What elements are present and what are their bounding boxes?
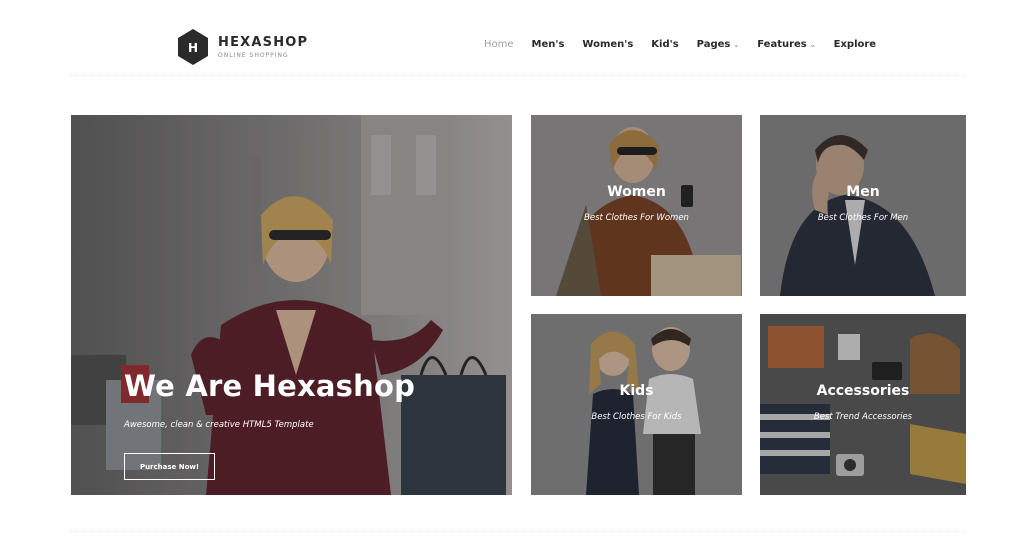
- category-subtitle: Best Clothes For Women: [584, 213, 689, 223]
- nav-pages[interactable]: Pages ⌄: [697, 39, 740, 50]
- nav-home[interactable]: Home: [484, 39, 514, 50]
- nav-features-label: Features: [757, 39, 807, 50]
- purchase-now-button-label: Purchase Now!: [139, 462, 200, 471]
- main-nav: Home Men's Women's Kid's Pages ⌄ Feature…: [484, 39, 876, 50]
- nav-mens[interactable]: Men's: [532, 39, 565, 50]
- purchase-now-button[interactable]: Purchase Now!: [124, 453, 215, 480]
- category-subtitle: Best Clothes For Kids: [591, 412, 682, 422]
- hexagon-logo-icon: H: [178, 29, 208, 65]
- logo[interactable]: H HEXASHOP ONLINE SHOPPING: [176, 28, 308, 66]
- tile-shade: [760, 115, 966, 296]
- category-title: Kids: [619, 383, 654, 399]
- tile-shade: [531, 314, 742, 495]
- nav-mens-label: Men's: [531, 39, 565, 50]
- chevron-down-icon: ⌄: [809, 40, 816, 49]
- logo-mark: H: [188, 41, 198, 55]
- nav-pages-label: Pages: [696, 39, 731, 50]
- nav-features[interactable]: Features ⌄: [757, 39, 815, 50]
- category-card-accessories[interactable]: Accessories Best Trend Accessories: [760, 314, 966, 495]
- nav-explore-label: Explore: [833, 39, 877, 50]
- nav-womens-label: Women's: [582, 39, 634, 50]
- site-header: H HEXASHOP ONLINE SHOPPING Home Men's Wo…: [0, 0, 1016, 92]
- hero-subtitle: Awesome, clean & creative HTML5 Template: [124, 420, 314, 430]
- nav-explore[interactable]: Explore: [834, 39, 876, 50]
- category-card-women[interactable]: Women Best Clothes For Women: [531, 115, 742, 296]
- hero-title: We Are Hexashop: [124, 369, 416, 403]
- nav-kids[interactable]: Kid's: [651, 39, 678, 50]
- category-subtitle: Best Clothes For Men: [817, 213, 909, 223]
- category-title: Men: [846, 184, 880, 200]
- category-title: Accessories: [816, 383, 910, 399]
- category-title: Women: [607, 184, 666, 200]
- section-divider: [68, 531, 966, 532]
- nav-home-label: Home: [484, 39, 514, 50]
- category-card-men[interactable]: Men Best Clothes For Men: [760, 115, 966, 296]
- header-divider: [68, 75, 966, 76]
- nav-womens[interactable]: Women's: [582, 39, 633, 50]
- tile-shade: [531, 115, 742, 296]
- chevron-down-icon: ⌄: [733, 40, 740, 49]
- nav-kids-label: Kid's: [651, 39, 679, 50]
- brand-name: HEXASHOP: [218, 34, 309, 50]
- tile-shade: [760, 314, 966, 495]
- category-card-kids[interactable]: Kids Best Clothes For Kids: [531, 314, 742, 495]
- hero-banner: We Are Hexashop Awesome, clean & creativ…: [71, 115, 512, 495]
- category-subtitle: Best Trend Accessories: [813, 412, 913, 422]
- brand-tagline: ONLINE SHOPPING: [218, 51, 289, 59]
- hero-overlay: [71, 115, 512, 495]
